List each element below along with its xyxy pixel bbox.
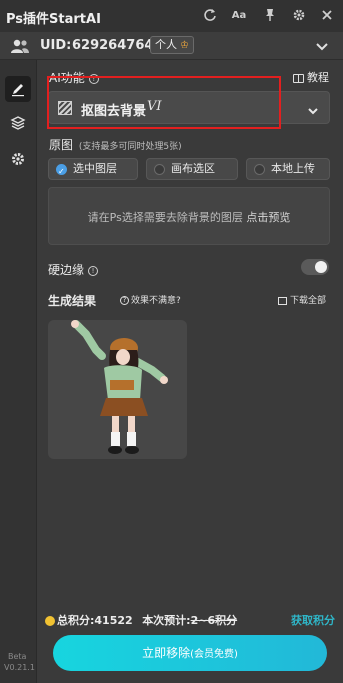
get-points-link[interactable]: 获取积分 [291,612,335,628]
radio-icon [254,164,265,175]
tutorial-link[interactable]: 教程 [293,69,329,85]
cutout-icon [58,101,72,115]
book-icon [293,73,304,83]
version-info: Beta V0.21.1 [4,651,35,673]
total-points-label: 总积分: [57,614,95,627]
nav-settings[interactable] [5,146,31,172]
settings-icon[interactable] [291,8,307,24]
feature-select[interactable]: 抠图去背景 VI [48,91,330,124]
estimate-value-text: 2~6积分 [190,614,238,627]
feedback-text: 效果不满意? [131,296,181,306]
preview-link[interactable]: 点击预览 [246,211,290,224]
chevron-down-icon[interactable] [315,38,329,52]
uid-value: 629264764 [72,38,154,53]
option-label: 选中图层 [73,162,117,175]
font-size-icon[interactable]: Aa [231,8,247,24]
radio-checked-icon [56,162,67,182]
user-bar: UID: 629264764 个人 ♔ [0,32,343,60]
points-info: 总积分:41522 本次预计:2~6积分 获取积分 [45,612,343,628]
ai-function-text: AI功能 [49,71,85,85]
users-icon [10,38,30,54]
info-icon[interactable]: ! [88,73,99,84]
role-label: 个人 [155,38,177,51]
remove-label: 立即移除 [142,646,191,660]
drop-text: 请在Ps选择需要去除背景的图层 [87,211,243,224]
role-badge[interactable]: 个人 ♔ [150,36,194,54]
estimate-label: 本次预计: [142,614,191,627]
hard-edge-row: 硬边缘! [48,261,99,278]
uid-label: UID: [40,38,72,53]
radio-icon [154,164,165,175]
source-options: 选中图层 画布选区 本地上传 [48,158,330,182]
total-points: 41522 [94,614,133,627]
gear-icon [12,153,24,165]
option-local-upload[interactable]: 本地上传 [246,158,330,180]
source-label-row: 原图 (支持最多可同时处理5张) [49,136,182,153]
toggle-knob [315,261,327,273]
nav-layers[interactable] [5,110,31,136]
app-title: Ps插件StartAI [6,12,101,27]
option-selected-layer[interactable]: 选中图层 [48,158,138,182]
option-canvas-selection[interactable]: 画布选区 [146,158,238,180]
crown-icon: ♔ [180,40,189,51]
hard-edge-label: 硬边缘 [48,263,85,277]
remove-now-button[interactable]: 立即移除(会员免费) [53,635,327,671]
source-hint: (支持最多可同时处理5张) [78,142,182,152]
option-label: 画布选区 [171,162,215,175]
close-icon[interactable] [319,8,335,24]
download-all-button[interactable]: 下载全部 [277,293,326,306]
version-number: V0.21.1 [4,663,35,672]
estimate-value: 2~6积分 [191,614,238,627]
results-label: 生成结果 [48,294,97,308]
help-icon: ? [120,296,129,305]
chevron-down-icon [307,102,319,115]
info-icon[interactable]: ! [88,265,99,276]
layers-icon [10,116,26,130]
layer-drop-area[interactable]: 请在Ps选择需要去除背景的图层 点击预览 [48,187,330,245]
coin-icon [45,616,55,626]
refresh-icon[interactable] [202,8,218,24]
pin-icon[interactable] [262,8,278,24]
brush-icon [12,84,24,97]
nav-brush[interactable] [5,76,31,102]
title-bar: Ps插件StartAI Aa [0,0,343,32]
ai-function-label: AI功能! [49,69,99,86]
download-all-label: 下载全部 [289,296,326,306]
main-panel: AI功能! 教程 抠图去背景 VI 原图 (支持最多可同时处理5张) 选中图层 … [37,60,343,683]
hard-edge-toggle[interactable] [301,259,329,275]
result-image [71,320,168,454]
tutorial-label: 教程 [307,71,329,84]
feedback-link[interactable]: ? 效果不满意? [120,293,181,306]
vip-badge: VI [147,99,162,114]
result-thumbnail[interactable] [48,320,187,459]
sidebar: Beta V0.21.1 [0,60,37,683]
drop-hint: 请在Ps选择需要去除背景的图层 点击预览 [88,209,291,225]
remove-sub-label: (会员免费) [190,649,238,660]
option-label: 本地上传 [271,162,315,175]
source-label: 原图 [49,138,74,152]
download-icon [277,296,287,305]
feature-name: 抠图去背景 [81,104,147,119]
version-stage: Beta [8,652,27,661]
